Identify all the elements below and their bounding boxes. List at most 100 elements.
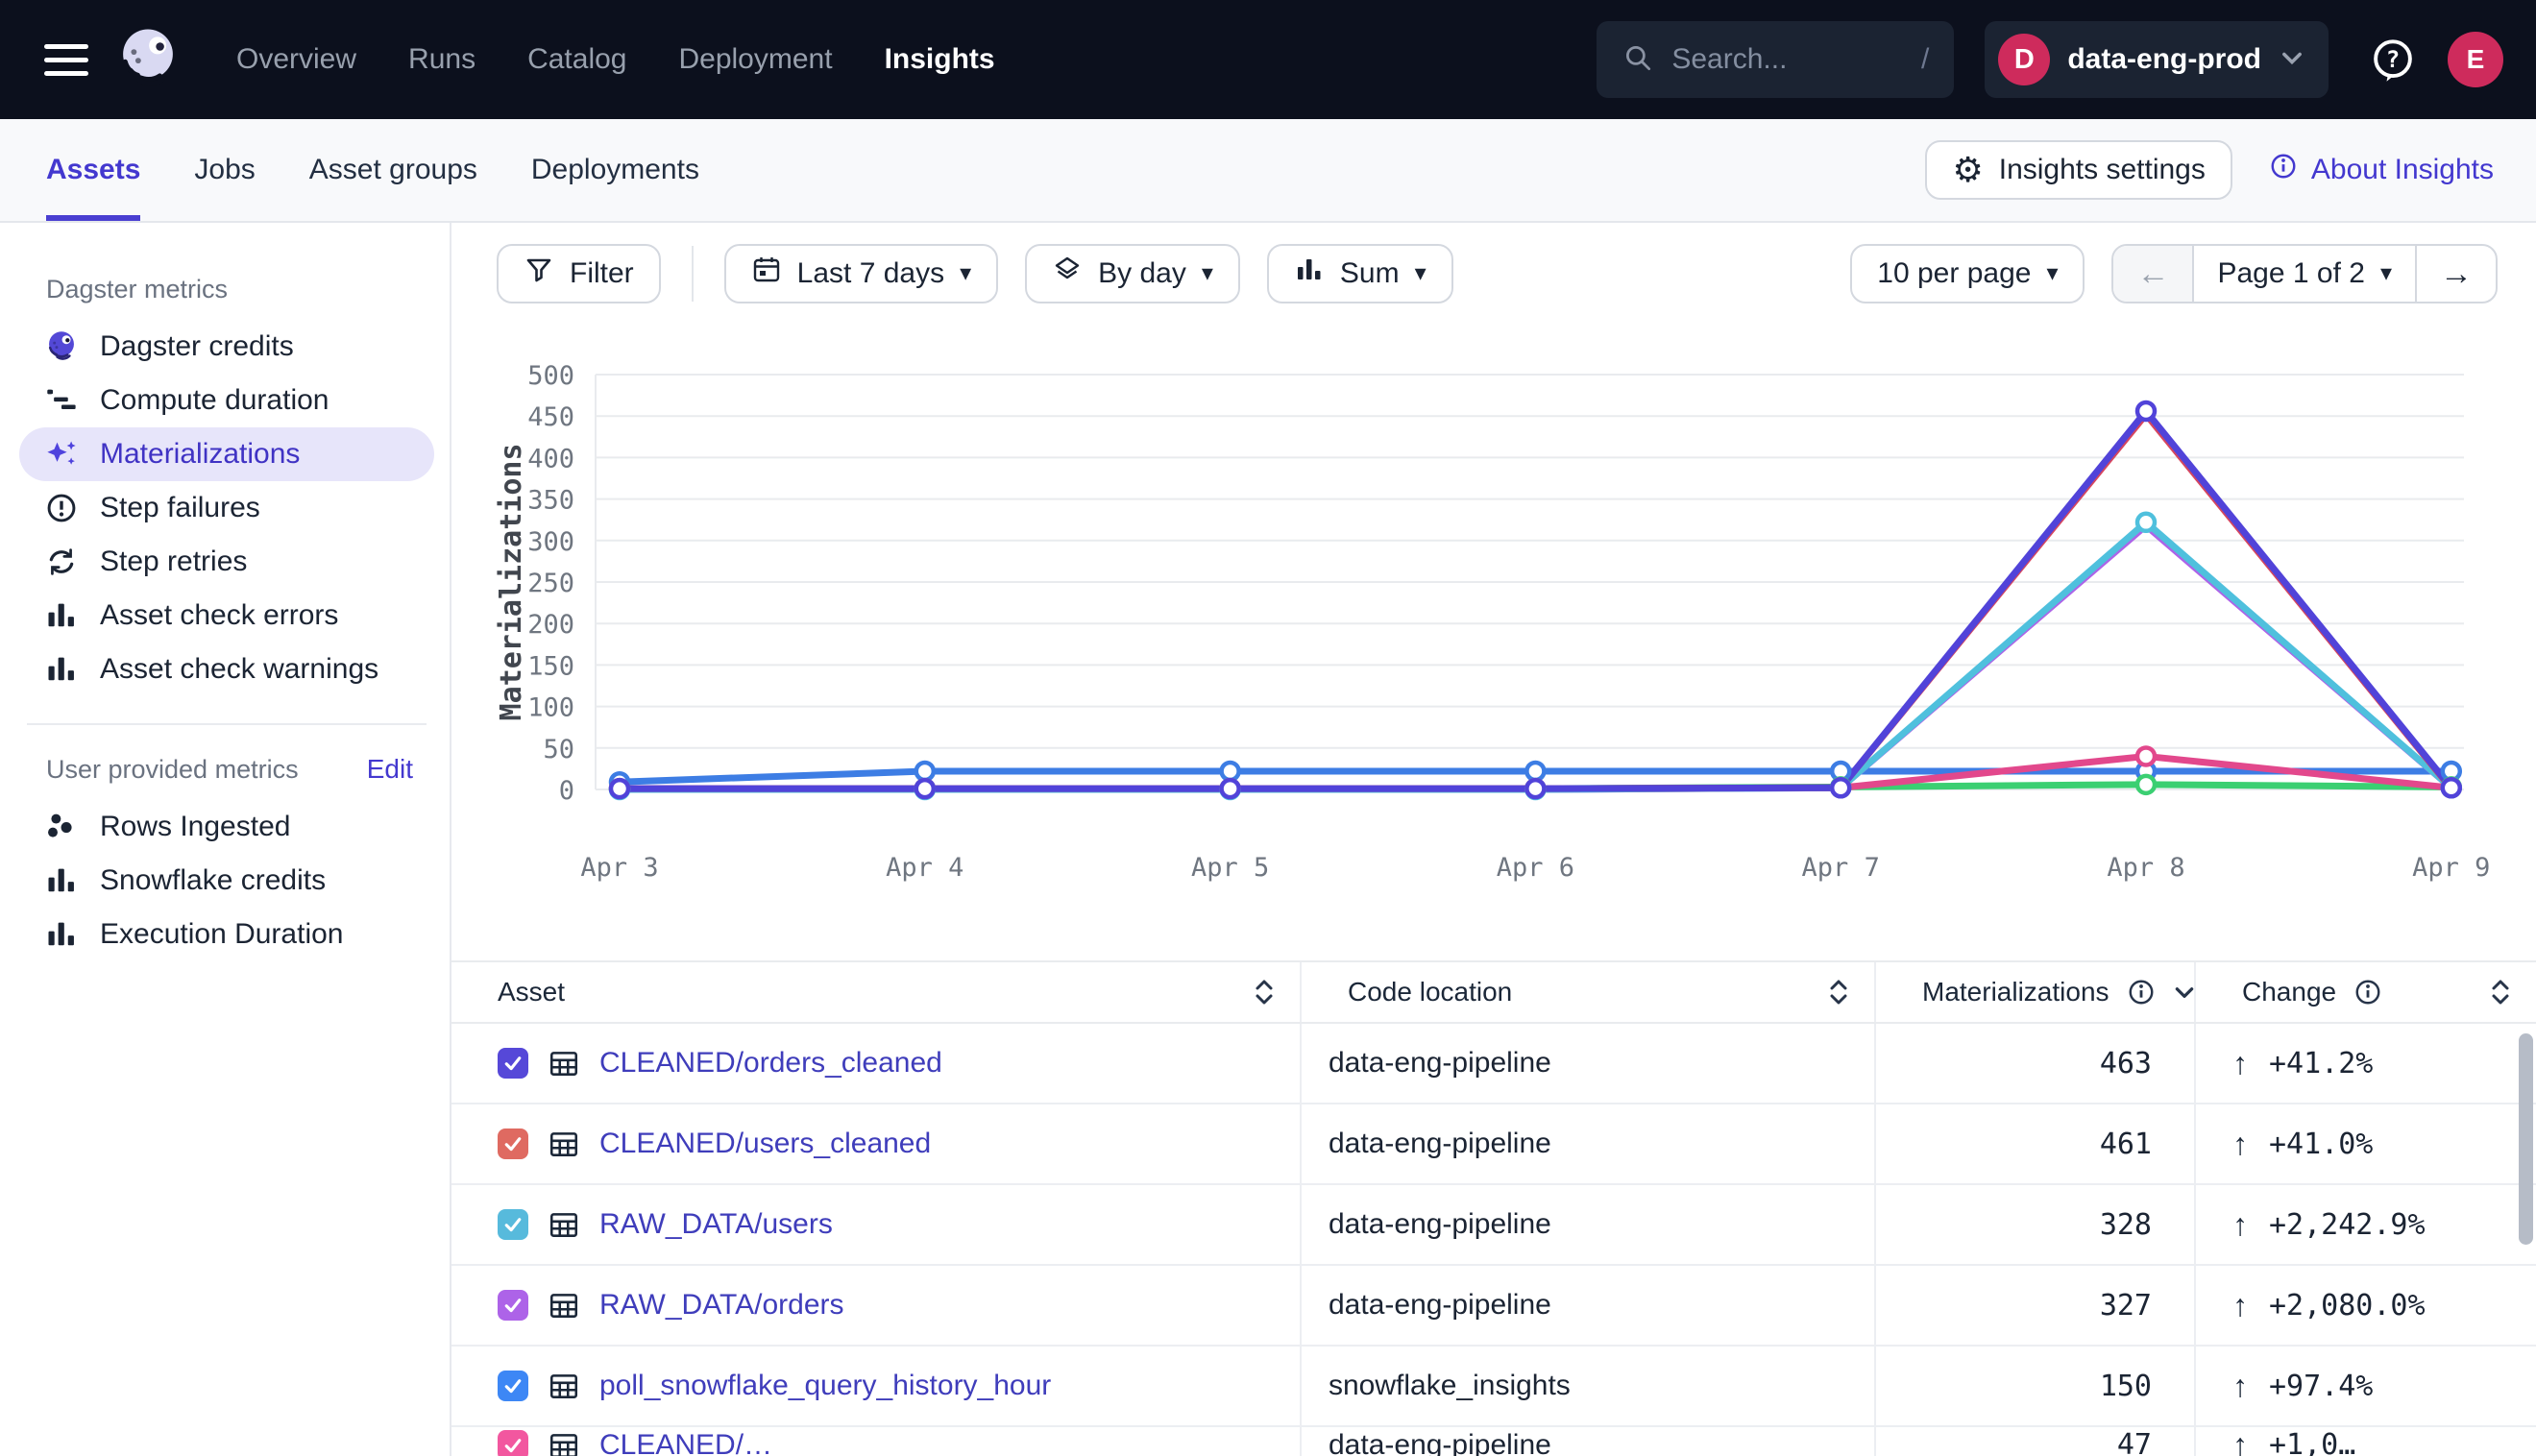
deployment-name: data-eng-prod xyxy=(2067,43,2261,76)
y-tick-label: 300 xyxy=(527,527,574,557)
group-by-dropdown[interactable]: By day ▾ xyxy=(1025,244,1240,303)
change-cell: ↑ +41.2% xyxy=(2196,1024,2536,1103)
aggregation-dropdown[interactable]: Sum ▾ xyxy=(1267,244,1453,303)
code-location-cell: data-eng-pipeline xyxy=(1302,1104,1876,1183)
about-insights-link[interactable]: About Insights xyxy=(2269,152,2494,188)
tab-assets[interactable]: Assets xyxy=(46,119,140,221)
table-asset-icon xyxy=(548,1208,580,1241)
series-checkbox[interactable] xyxy=(498,1430,528,1456)
back-arrow-icon: ← xyxy=(2136,255,2169,293)
asset-link[interactable]: CLEANED/… xyxy=(599,1429,772,1456)
date-range-dropdown[interactable]: Last 7 days ▾ xyxy=(724,244,998,303)
series-checkbox[interactable] xyxy=(498,1290,528,1321)
chart-data-point xyxy=(1832,779,1849,796)
code-location-cell: snowflake_insights xyxy=(1302,1347,1876,1425)
search-box[interactable]: / xyxy=(1597,21,1954,98)
series-checkbox[interactable] xyxy=(498,1371,528,1401)
sidebar-item-execution-duration[interactable]: Execution Duration xyxy=(19,908,434,961)
y-tick-label: 200 xyxy=(527,610,574,640)
tab-asset-groups[interactable]: Asset groups xyxy=(309,119,477,221)
avatar[interactable]: E xyxy=(2448,32,2503,87)
up-arrow-icon: ↑ xyxy=(2232,1288,2248,1323)
dagster-logo-icon[interactable] xyxy=(113,25,183,94)
metrics-sidebar: Dagster metrics Dagster credits Compute … xyxy=(0,223,451,1456)
chart-data-point xyxy=(1526,763,1544,780)
asset-link[interactable]: CLEANED/users_cleaned xyxy=(599,1128,931,1160)
filter-button[interactable]: Filter xyxy=(497,244,661,303)
table-asset-icon xyxy=(548,1289,580,1322)
primary-nav: Overview Runs Catalog Deployment Insights xyxy=(236,43,995,76)
page-selector[interactable]: Page 1 of 2 ▾ xyxy=(2192,246,2417,302)
asset-link[interactable]: RAW_DATA/users xyxy=(599,1208,833,1241)
series-checkbox[interactable] xyxy=(498,1209,528,1240)
series-checkbox[interactable] xyxy=(498,1048,528,1079)
nav-item-deployment[interactable]: Deployment xyxy=(678,43,832,76)
asset-cell: RAW_DATA/orders xyxy=(451,1266,1302,1345)
y-tick-label: 150 xyxy=(527,651,574,681)
y-tick-label: 450 xyxy=(527,402,574,432)
sidebar-item-label: Step retries xyxy=(100,546,247,578)
divider xyxy=(27,723,427,725)
sidebar-item-asset-check-warnings[interactable]: Asset check warnings xyxy=(19,643,434,696)
chart-controls: Filter Last 7 days ▾ By day ▾ Sum ▾ 10 p… xyxy=(497,242,2498,305)
y-tick-label: 0 xyxy=(559,776,574,806)
y-axis-title: Materializations xyxy=(495,444,528,721)
table-asset-icon xyxy=(548,1047,580,1080)
deployment-switcher[interactable]: D data-eng-prod xyxy=(1985,21,2329,98)
info-icon[interactable] xyxy=(2353,978,2382,1007)
asset-link[interactable]: RAW_DATA/orders xyxy=(599,1289,844,1322)
edit-metrics-link[interactable]: Edit xyxy=(367,754,413,785)
search-input[interactable] xyxy=(1670,42,1862,77)
chart-data-point xyxy=(2443,779,2460,796)
nav-item-overview[interactable]: Overview xyxy=(236,43,356,76)
asset-link[interactable]: poll_snowflake_query_history_hour xyxy=(599,1370,1051,1402)
chart-data-point xyxy=(2137,776,2155,793)
column-header-code-location[interactable]: Code location xyxy=(1302,962,1876,1022)
per-page-dropdown[interactable]: 10 per page ▾ xyxy=(1850,244,2085,303)
tab-jobs[interactable]: Jobs xyxy=(194,119,255,221)
sidebar-item-snowflake-credits[interactable]: Snowflake credits xyxy=(19,854,434,908)
column-header-asset[interactable]: Asset xyxy=(451,962,1302,1022)
column-label: Materializations xyxy=(1922,977,2109,1007)
code-location-cell: data-eng-pipeline xyxy=(1302,1185,1876,1264)
tab-deployments[interactable]: Deployments xyxy=(531,119,699,221)
bar-chart-icon xyxy=(44,598,79,633)
hamburger-menu-icon[interactable] xyxy=(44,44,88,76)
help-icon[interactable]: ? xyxy=(2367,34,2419,85)
asset-link[interactable]: CLEANED/orders_cleaned xyxy=(599,1047,942,1080)
asset-cell: CLEANED/orders_cleaned xyxy=(451,1024,1302,1103)
sidebar-item-rows-ingested[interactable]: Rows Ingested xyxy=(19,800,434,854)
table-row: RAW_DATA/orders data-eng-pipeline 327 ↑ … xyxy=(451,1266,2536,1347)
x-tick-label: Apr 9 xyxy=(2412,853,2490,883)
nav-item-catalog[interactable]: Catalog xyxy=(527,43,626,76)
change-cell: ↑ +41.0% xyxy=(2196,1104,2536,1183)
sidebar-item-compute-duration[interactable]: Compute duration xyxy=(19,374,434,427)
prev-page-button[interactable]: ← xyxy=(2113,246,2192,302)
series-checkbox[interactable] xyxy=(498,1128,528,1159)
nav-item-runs[interactable]: Runs xyxy=(408,43,476,76)
sidebar-item-step-retries[interactable]: Step retries xyxy=(19,535,434,589)
sidebar-item-dagster-credits[interactable]: Dagster credits xyxy=(19,320,434,374)
sidebar-item-asset-check-errors[interactable]: Asset check errors xyxy=(19,589,434,643)
code-location-cell: data-eng-pipeline xyxy=(1302,1427,1876,1456)
change-cell: ↑ +1,0… xyxy=(2196,1427,2536,1456)
nav-item-insights[interactable]: Insights xyxy=(885,43,995,76)
asset-cell: RAW_DATA/users xyxy=(451,1185,1302,1264)
bar-chart-icon xyxy=(1294,255,1325,293)
column-header-materializations[interactable]: Materializations xyxy=(1876,962,2196,1022)
chart-data-point xyxy=(2137,402,2155,420)
insights-settings-button[interactable]: ⚙ Insights settings xyxy=(1925,140,2231,200)
change-value: +41.0% xyxy=(2269,1128,2373,1161)
up-arrow-icon: ↑ xyxy=(2232,1046,2248,1081)
x-tick-label: Apr 7 xyxy=(1802,853,1880,883)
chart-series-line xyxy=(620,414,2451,789)
sidebar-item-step-failures[interactable]: Step failures xyxy=(19,481,434,535)
change-cell: ↑ +97.4% xyxy=(2196,1347,2536,1425)
next-page-button[interactable]: → xyxy=(2417,246,2496,302)
sidebar-item-materializations[interactable]: Materializations xyxy=(19,427,434,481)
column-header-change[interactable]: Change xyxy=(2196,962,2536,1022)
column-label: Code location xyxy=(1348,977,1512,1007)
alert-circle-icon xyxy=(44,491,79,525)
vertical-scrollbar[interactable] xyxy=(2519,1033,2533,1245)
info-icon[interactable] xyxy=(2127,978,2156,1007)
